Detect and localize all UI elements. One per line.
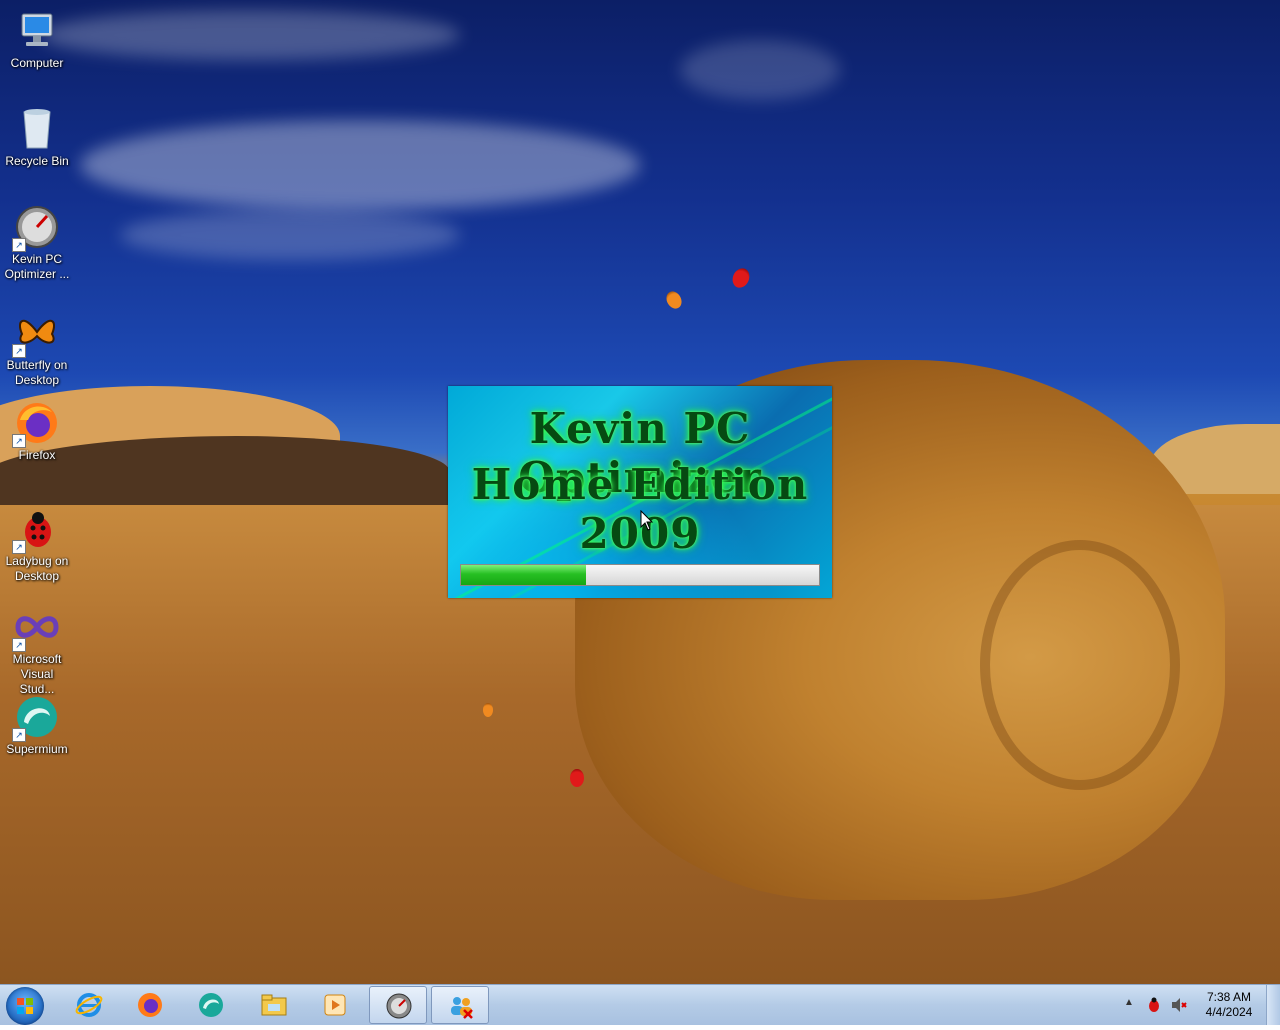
- clock-date: 4/4/2024: [1205, 1005, 1253, 1019]
- ladybug-sprite: [663, 288, 685, 312]
- media-player-icon: [324, 994, 346, 1016]
- taskbar-internet-explorer[interactable]: [60, 986, 118, 1024]
- desktop-icon-label: Firefox: [18, 448, 56, 462]
- firefox-icon: [138, 993, 162, 1017]
- taskbar-firefox[interactable]: [121, 986, 179, 1024]
- desktop-icon-recycle-bin[interactable]: Recycle Bin: [2, 106, 72, 169]
- start-button[interactable]: [6, 987, 44, 1025]
- desktop-icon-label: Kevin PC Optimizer ...: [4, 252, 70, 281]
- wallpaper-hay-bale-spiral: [980, 540, 1180, 790]
- internet-explorer-icon: [75, 993, 103, 1017]
- shortcut-arrow-icon: ↗: [12, 638, 26, 652]
- windows-logo-icon: [17, 998, 33, 1014]
- splash-title-line2: Home Edition 2009: [471, 460, 809, 558]
- taskbar-file-explorer[interactable]: [245, 986, 303, 1024]
- wallpaper-cloud: [680, 40, 840, 100]
- desktop-icon-visual-studio[interactable]: ↗ Microsoft Visual Stud...: [2, 604, 72, 697]
- desktop-icon-label: Computer: [10, 56, 64, 70]
- desktop-icon-label: Supermium: [6, 742, 68, 756]
- desktop-icon-firefox[interactable]: ↗ Firefox: [2, 400, 72, 463]
- visual-studio-icon: ↗: [12, 604, 60, 652]
- desktop-icon-kevin-pc-optimizer[interactable]: ↗ Kevin PC Optimizer ...: [2, 204, 72, 282]
- file-explorer-icon: [261, 994, 287, 1016]
- desktop-icon-butterfly[interactable]: ↗ Butterfly on Desktop: [2, 310, 72, 388]
- speedometer-icon: ↗: [12, 204, 60, 252]
- desktop-icon-label: Recycle Bin: [5, 154, 69, 168]
- taskbar-supermium[interactable]: [182, 986, 240, 1024]
- speedometer-icon: [386, 993, 412, 1019]
- show-desktop-button[interactable]: [1266, 985, 1280, 1025]
- loading-progress-bar: [460, 564, 820, 586]
- taskbar: ▲ 7:38 AM 4/4/2024: [0, 984, 1280, 1025]
- desktop-icon-label: Microsoft Visual Stud...: [12, 652, 62, 696]
- butterfly-icon: ↗: [12, 310, 60, 358]
- desktop-icon-supermium[interactable]: ↗ Supermium: [2, 694, 72, 757]
- shortcut-arrow-icon: ↗: [12, 344, 26, 358]
- users-icon: [451, 997, 473, 1019]
- wallpaper-cloud: [40, 10, 460, 60]
- desktop-icon-label: Ladybug on Desktop: [5, 554, 69, 583]
- shortcut-arrow-icon: ↗: [12, 238, 26, 252]
- taskbar-users[interactable]: [431, 986, 489, 1024]
- progress-fill: [461, 565, 587, 585]
- shortcut-arrow-icon: ↗: [12, 540, 26, 554]
- taskbar-kevin-pc-optimizer[interactable]: [369, 986, 427, 1024]
- mouse-cursor-icon: [640, 510, 654, 531]
- supermium-icon: ↗: [12, 694, 60, 742]
- ladybug-icon: ↗: [12, 506, 60, 554]
- clock-time: 7:38 AM: [1206, 990, 1252, 1004]
- computer-icon: [14, 8, 60, 54]
- shortcut-arrow-icon: ↗: [12, 434, 26, 448]
- ladybug-sprite: [570, 769, 584, 787]
- desktop-icon-ladybug[interactable]: ↗ Ladybug on Desktop: [2, 506, 72, 584]
- desktop-icon-computer[interactable]: Computer: [2, 8, 72, 71]
- system-clock[interactable]: 7:38 AM 4/4/2024: [1196, 990, 1262, 1020]
- recycle-bin-icon: [14, 106, 60, 152]
- volume-muted-icon[interactable]: [1170, 997, 1188, 1013]
- wallpaper-cloud: [80, 120, 640, 210]
- optimizer-splash-window: Kevin PC Optimizer Home Edition 2009: [448, 386, 832, 598]
- ladybug-tray-icon[interactable]: [1146, 997, 1162, 1013]
- firefox-icon: ↗: [12, 400, 60, 448]
- taskbar-media-player[interactable]: [306, 986, 364, 1024]
- ladybug-sprite: [483, 703, 493, 717]
- supermium-icon: [199, 993, 223, 1017]
- desktop: Computer Recycle Bin ↗ Kevin PC Optimize…: [0, 0, 1280, 984]
- wallpaper-cloud: [120, 210, 460, 260]
- ladybug-sprite: [729, 265, 753, 291]
- shortcut-arrow-icon: ↗: [12, 728, 26, 742]
- show-hidden-icons-button[interactable]: ▲: [1124, 997, 1134, 1008]
- desktop-icon-label: Butterfly on Desktop: [6, 358, 68, 387]
